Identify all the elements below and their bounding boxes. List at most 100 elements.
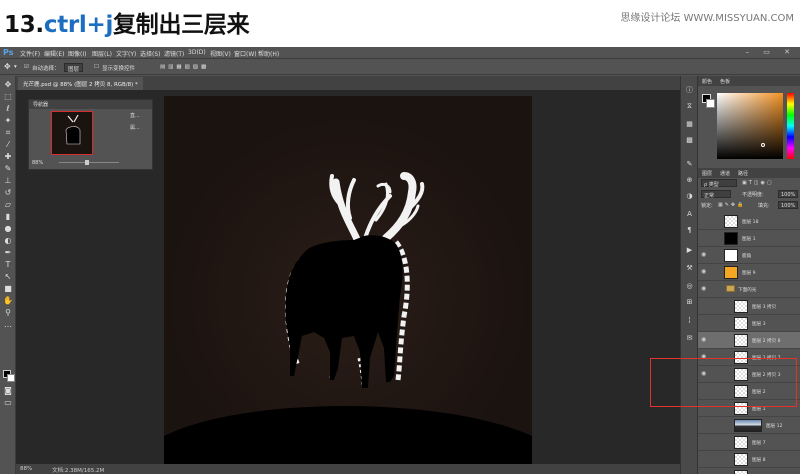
pen-tool-icon[interactable]: ✒ bbox=[3, 248, 13, 258]
swatches-icon[interactable]: ▦ bbox=[685, 120, 694, 129]
screen-mode-icon[interactable]: ▭ bbox=[3, 398, 13, 408]
gradient-tool-icon[interactable]: ▮ bbox=[3, 212, 13, 222]
crop-tool-icon[interactable]: ⌗ bbox=[3, 128, 13, 138]
zoom-slider-knob[interactable] bbox=[85, 160, 89, 165]
visibility-eye-icon[interactable]: ◉ bbox=[701, 269, 707, 275]
hand-tool-icon[interactable]: ✋ bbox=[3, 296, 13, 306]
background-color-swatch[interactable] bbox=[7, 374, 15, 382]
layer-row[interactable]: 图层 12 bbox=[698, 417, 800, 434]
color-cursor[interactable] bbox=[761, 143, 765, 147]
visibility-eye-icon[interactable] bbox=[701, 320, 707, 326]
hue-slider[interactable] bbox=[787, 93, 794, 159]
menu-edit[interactable]: 编辑(E) bbox=[44, 49, 64, 58]
histogram-tab[interactable]: 直... bbox=[130, 110, 152, 122]
lock-icons[interactable]: ▦✎✥🔒 bbox=[718, 202, 745, 208]
layer-row[interactable]: ◉ 图层 9 bbox=[698, 264, 800, 281]
menu-window[interactable]: 窗口(W) bbox=[234, 49, 257, 58]
menu-file[interactable]: 文件(F) bbox=[20, 49, 40, 58]
path-select-icon[interactable]: ↖ bbox=[3, 272, 13, 282]
layer-comps-icon[interactable]: ⊞ bbox=[685, 298, 694, 307]
color-bg-swatch[interactable] bbox=[706, 99, 715, 108]
layer-row[interactable]: 图层 7 bbox=[698, 434, 800, 451]
menu-layer[interactable]: 图层(L) bbox=[92, 49, 112, 58]
show-transform-checkbox[interactable]: ☐ bbox=[94, 64, 99, 70]
saturation-field[interactable] bbox=[717, 93, 783, 159]
eyedropper-icon[interactable]: ⁄ bbox=[3, 140, 13, 150]
visibility-eye-icon[interactable] bbox=[701, 303, 707, 309]
eraser-tool-icon[interactable]: ▱ bbox=[3, 200, 13, 210]
tab-color[interactable]: 颜色 bbox=[702, 78, 712, 85]
tool-presets-icon[interactable]: ⚒ bbox=[685, 264, 694, 273]
clone-source-icon[interactable]: ⊕ bbox=[685, 176, 694, 185]
layer-row[interactable]: ◉ 下面的光 bbox=[698, 281, 800, 298]
visibility-eye-icon[interactable] bbox=[701, 218, 707, 224]
tab-layers[interactable]: 图层 bbox=[702, 170, 712, 177]
layer-row[interactable]: 图层 3 拷贝 bbox=[698, 298, 800, 315]
window-controls[interactable]: – ▭ ✕ bbox=[746, 48, 796, 56]
visibility-eye-icon[interactable]: ◉ bbox=[701, 252, 707, 258]
visibility-eye-icon[interactable] bbox=[701, 456, 707, 462]
magic-wand-icon[interactable]: ✦ bbox=[3, 116, 13, 126]
menu-3d[interactable]: 3D(D) bbox=[188, 49, 206, 56]
auto-select-checkbox[interactable]: ☑ bbox=[24, 64, 29, 70]
visibility-eye-icon[interactable] bbox=[701, 235, 707, 241]
opacity-input[interactable]: 100% bbox=[778, 190, 798, 198]
layer-row[interactable]: ◉ 图层 2 拷贝 8 bbox=[698, 332, 800, 349]
tab-channels[interactable]: 通道 bbox=[720, 170, 730, 177]
styles-icon[interactable]: ▩ bbox=[685, 136, 694, 145]
document-canvas[interactable] bbox=[164, 96, 532, 464]
adjustments-icon[interactable]: ◑ bbox=[685, 192, 694, 201]
layer-row[interactable]: 图层 18 bbox=[698, 213, 800, 230]
align-icons[interactable]: ▤▥▦▧▨▩ bbox=[160, 64, 209, 70]
auto-select-dropdown[interactable]: 图层 bbox=[64, 63, 84, 73]
menu-type[interactable]: 文字(Y) bbox=[116, 49, 136, 58]
more-tools-icon[interactable]: … bbox=[3, 320, 13, 330]
actions-icon[interactable]: ▶ bbox=[685, 246, 694, 255]
layer-row[interactable]: 图层 8 bbox=[698, 451, 800, 468]
brush-panel-icon[interactable]: ✎ bbox=[685, 160, 694, 169]
zoom-tool-icon[interactable]: ⚲ bbox=[3, 308, 13, 318]
notes-icon[interactable]: ✉ bbox=[685, 334, 694, 343]
stamp-tool-icon[interactable]: ⊥ bbox=[3, 176, 13, 186]
blend-mode-dropdown[interactable]: 正常 bbox=[701, 190, 731, 199]
menu-help[interactable]: 帮助(H) bbox=[258, 49, 279, 58]
dodge-tool-icon[interactable]: ◐ bbox=[3, 236, 13, 246]
lasso-tool-icon[interactable]: ℓ bbox=[3, 104, 13, 114]
zoom-slider[interactable] bbox=[59, 162, 119, 163]
layer-row[interactable]: 图层 1 bbox=[698, 230, 800, 247]
visibility-eye-icon[interactable]: ◉ bbox=[701, 286, 707, 292]
measurement-icon[interactable]: ¦ bbox=[685, 316, 694, 325]
menu-view[interactable]: 视图(V) bbox=[210, 49, 231, 58]
history-icon[interactable]: ⧖ bbox=[685, 102, 694, 111]
shape-tool-icon[interactable]: ■ bbox=[3, 284, 13, 294]
info-icon[interactable]: ⓘ bbox=[685, 86, 694, 95]
move-tool-icon[interactable]: ✥ bbox=[3, 80, 13, 90]
filter-icons[interactable]: ▣T◫◉▢ bbox=[742, 180, 774, 186]
healing-brush-icon[interactable]: ✚ bbox=[3, 152, 13, 162]
dropdown-arrow-icon[interactable]: ▾ bbox=[14, 64, 17, 70]
tab-paths[interactable]: 路径 bbox=[738, 170, 748, 177]
paragraph-icon[interactable]: ¶ bbox=[685, 226, 694, 235]
menu-select[interactable]: 选择(S) bbox=[140, 49, 161, 58]
visibility-eye-icon[interactable]: ◉ bbox=[701, 337, 707, 343]
move-tool-icon[interactable]: ✥ bbox=[4, 62, 11, 71]
history-brush-icon[interactable]: ↺ bbox=[3, 188, 13, 198]
layer-filter-dropdown[interactable]: ρ 类型 bbox=[701, 179, 737, 188]
navigator-thumbnail[interactable] bbox=[51, 111, 93, 155]
layer-row[interactable]: 图层 6 bbox=[698, 468, 800, 474]
blur-tool-icon[interactable]: ● bbox=[3, 224, 13, 234]
menu-image[interactable]: 图像(I) bbox=[68, 49, 86, 58]
menu-filter[interactable]: 滤镜(T) bbox=[164, 49, 184, 58]
visibility-eye-icon[interactable] bbox=[701, 439, 707, 445]
quick-mask-icon[interactable]: ◙ bbox=[3, 386, 13, 396]
brush-tool-icon[interactable]: ✎ bbox=[3, 164, 13, 174]
layer-row[interactable]: 图层 3 bbox=[698, 315, 800, 332]
visibility-eye-icon[interactable] bbox=[701, 422, 707, 428]
type-tool-icon[interactable]: T bbox=[3, 260, 13, 270]
text-panel-icon[interactable]: A bbox=[685, 210, 694, 219]
layer-row[interactable]: ◉ 鹿角 bbox=[698, 247, 800, 264]
canvas-workspace[interactable]: 导航器 直... 属... 88% bbox=[16, 90, 680, 464]
document-tab[interactable]: 光芒鹿.psd @ 88% (图层 2 拷贝 8, RGB/8) * bbox=[18, 77, 143, 90]
channels-icon[interactable]: ◎ bbox=[685, 282, 694, 291]
fill-input[interactable]: 100% bbox=[778, 201, 798, 209]
